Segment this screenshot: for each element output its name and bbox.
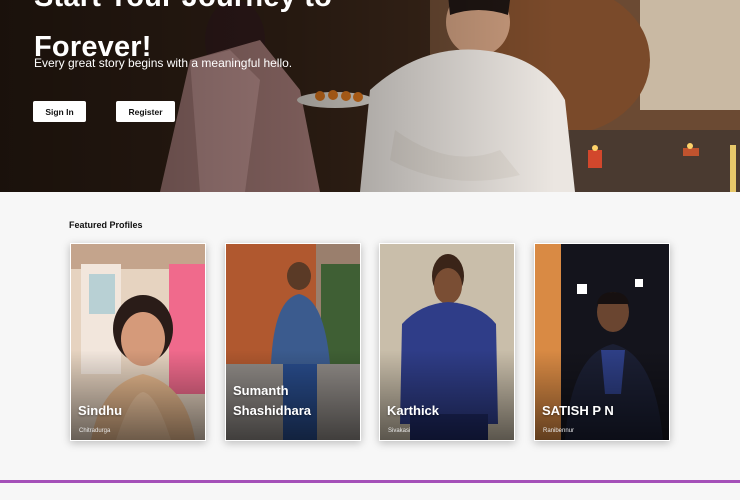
profile-card[interactable]: Sindhu Chitradurga [70, 243, 206, 441]
profile-card[interactable]: Sumanth Shashidhara [225, 243, 361, 441]
profile-city: Ranibennur [543, 428, 575, 434]
profile-name: SATISH P N [542, 403, 614, 418]
profile-card[interactable]: Karthick Sivakasi [379, 243, 515, 441]
card-shade [535, 350, 669, 440]
hero-title-line1: Start Your Journey to [34, 0, 332, 13]
featured-profiles-heading: Featured Profiles [69, 220, 143, 230]
profile-name: Karthick [387, 403, 440, 418]
register-button[interactable]: Register [116, 101, 175, 122]
hero-subtitle: Every great story begins with a meaningf… [34, 56, 293, 70]
hero-banner: Start Your Journey to Forever! Every gre… [0, 0, 740, 192]
profile-city: Chitradurga [79, 428, 111, 434]
sign-in-button[interactable]: Sign In [33, 101, 86, 122]
profile-name: Sindhu [78, 403, 123, 418]
footer-divider [0, 480, 740, 483]
profile-name: Sumanth Shashidhara [233, 383, 312, 418]
card-shade [71, 350, 205, 440]
card-shade [380, 350, 514, 440]
profile-city: Sivakasi [388, 428, 411, 434]
profile-card[interactable]: SATISH P N Ranibennur [534, 243, 670, 441]
